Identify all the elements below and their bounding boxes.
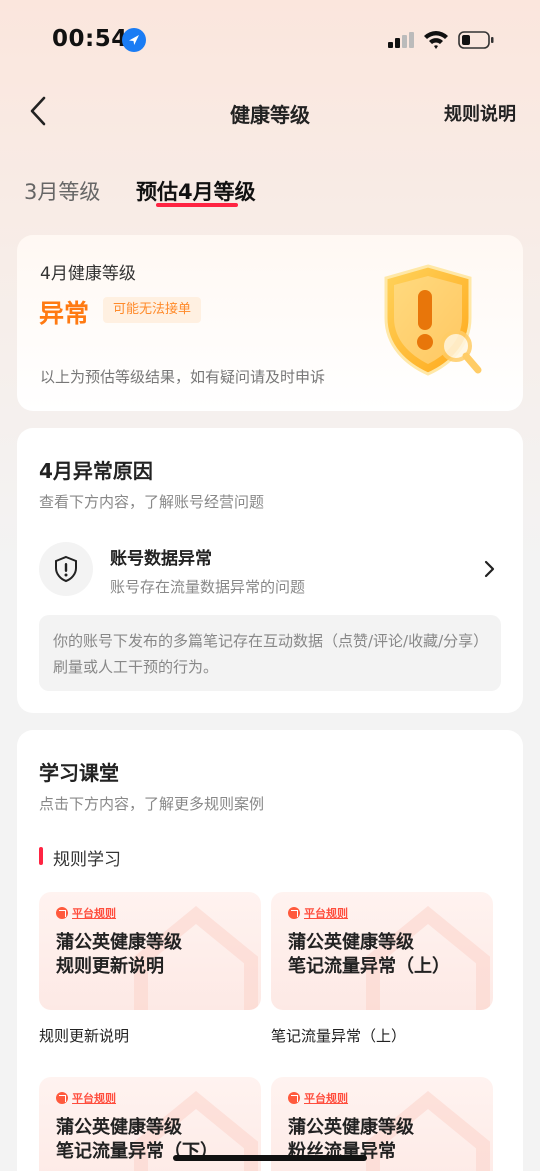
rules-explanation-link[interactable]: 规则说明: [444, 100, 516, 126]
tab-march-level[interactable]: 3月等级: [24, 176, 100, 206]
section-accent-bar: [39, 847, 43, 865]
tile-title-line1: 蒲公英健康等级: [56, 932, 182, 953]
reason-item-desc: 账号存在流量数据异常的问题: [110, 578, 306, 596]
tile-title-line1: 蒲公英健康等级: [288, 932, 414, 953]
course-tile[interactable]: 平台规则 蒲公英健康等级 笔记流量异常（上）: [271, 892, 493, 1010]
shield-exclamation-icon: [55, 555, 77, 583]
status-time: 00:54: [52, 26, 128, 52]
reason-card-subtitle: 查看下方内容，了解账号经营问题: [39, 493, 265, 511]
platform-rule-tag: 平台规则: [56, 905, 116, 921]
reason-item-title[interactable]: 账号数据异常: [110, 544, 212, 569]
platform-rule-tag: 平台规则: [288, 1090, 348, 1106]
wifi-icon: [424, 31, 448, 49]
home-indicator[interactable]: [173, 1155, 367, 1161]
course-tile[interactable]: 平台规则 蒲公英健康等级 规则更新说明: [39, 892, 261, 1010]
platform-rule-tag: 平台规则: [56, 1090, 116, 1106]
tile-title-line2: 规则更新说明: [56, 956, 164, 977]
arrow-up-right-icon: [56, 907, 68, 919]
location-arrow-icon: [122, 28, 146, 52]
arrow-up-right-icon: [288, 1092, 300, 1104]
tile-title-line1: 蒲公英健康等级: [56, 1117, 182, 1138]
warning-shield-icon: [384, 264, 482, 376]
tab-april-estimated-level[interactable]: 预估4月等级: [136, 176, 256, 206]
reason-card-title: 4月异常原因: [39, 459, 153, 483]
tile-caption[interactable]: 笔记流量异常（上）: [271, 1025, 406, 1046]
learning-card-title: 学习课堂: [39, 761, 119, 785]
level-card-title: 4月健康等级: [40, 264, 136, 284]
tile-title-line2: 笔记流量异常（上）: [288, 956, 450, 977]
tile-title-line1: 蒲公英健康等级: [288, 1117, 414, 1138]
platform-rule-tag: 平台规则: [288, 905, 348, 921]
chevron-right-icon[interactable]: [482, 558, 498, 580]
tile-caption[interactable]: 规则更新说明: [39, 1025, 129, 1046]
arrow-up-right-icon: [288, 907, 300, 919]
arrow-up-right-icon: [56, 1092, 68, 1104]
learning-card-subtitle: 点击下方内容，了解更多规则案例: [39, 795, 265, 813]
active-tab-indicator: [156, 203, 238, 207]
level-note: 以上为预估等级结果，如有疑问请及时申诉: [40, 368, 326, 386]
level-status: 异常: [39, 299, 90, 328]
battery-icon: [458, 31, 494, 49]
reason-detail-text: 你的账号下发布的多篇笔记存在互动数据（点赞/评论/收藏/分享）刷量或人工干预的行…: [39, 615, 501, 691]
status-badge: 可能无法接单: [103, 297, 202, 323]
cellular-signal-icon: [388, 32, 414, 48]
section-title-rules: 规则学习: [53, 850, 121, 870]
